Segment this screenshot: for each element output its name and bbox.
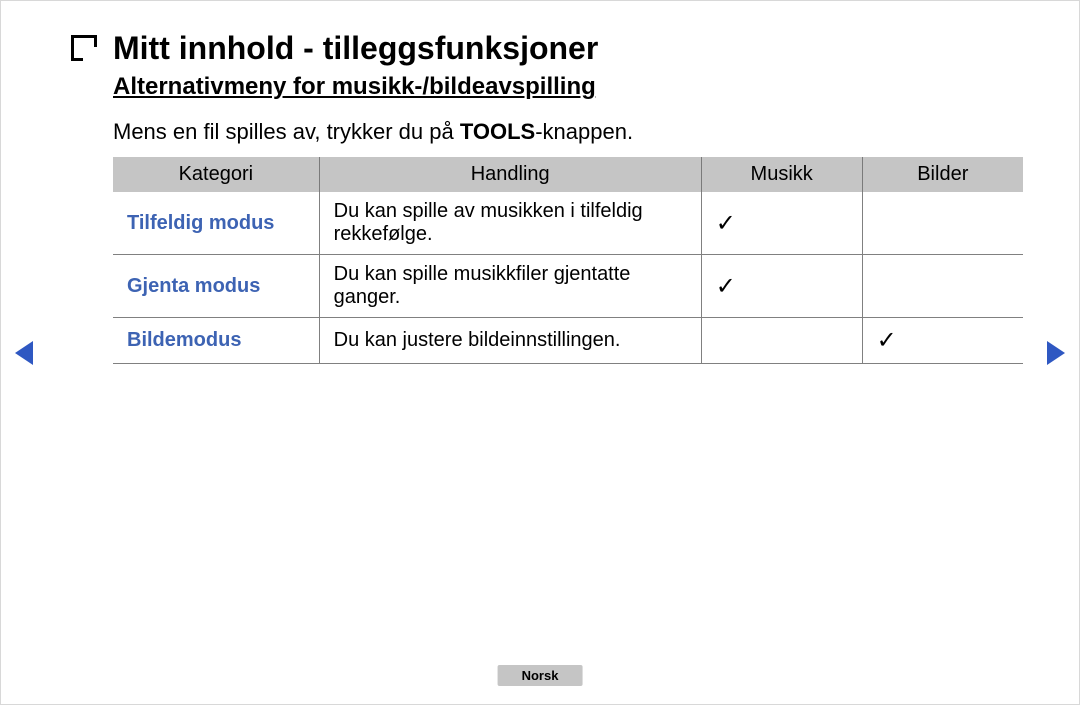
intro-text: Mens en fil spilles av, trykker du på TO… [113, 117, 1009, 147]
intro-bold: TOOLS [460, 119, 535, 144]
row-pictures-check: ✓ [862, 318, 1023, 364]
table-header-row: Kategori Handling Musikk Bilder [113, 157, 1023, 192]
row-pictures-check [862, 255, 1023, 318]
intro-prefix: Mens en fil spilles av, trykker du på [113, 119, 460, 144]
table-row: Tilfeldig modus Du kan spille av musikke… [113, 192, 1023, 255]
nav-next-icon[interactable] [1047, 341, 1065, 365]
header-music: Musikk [701, 157, 862, 192]
row-music-check: ✓ [701, 255, 862, 318]
table-row: Bildemodus Du kan justere bildeinnstilli… [113, 318, 1023, 364]
header-category: Kategori [113, 157, 319, 192]
nav-prev-icon[interactable] [15, 341, 33, 365]
row-action: Du kan spille av musikken i tilfeldig re… [319, 192, 701, 255]
row-category: Gjenta modus [113, 255, 319, 318]
table-row: Gjenta modus Du kan spille musikkfiler g… [113, 255, 1023, 318]
row-category: Bildemodus [113, 318, 319, 364]
header-action: Handling [319, 157, 701, 192]
page-content: Mitt innhold - tilleggsfunksjoner Altern… [1, 1, 1079, 364]
row-music-check: ✓ [701, 192, 862, 255]
row-action: Du kan justere bildeinnstillingen. [319, 318, 701, 364]
page-subtitle: Alternativmeny for musikk-/bildeavspilli… [113, 73, 1009, 101]
page-title: Mitt innhold - tilleggsfunksjoner [113, 29, 598, 67]
language-badge: Norsk [498, 665, 583, 686]
title-row: Mitt innhold - tilleggsfunksjoner [71, 29, 1009, 67]
row-music-check [701, 318, 862, 364]
row-pictures-check [862, 192, 1023, 255]
row-action: Du kan spille musikkfiler gjentatte gang… [319, 255, 701, 318]
section-bullet-icon [71, 35, 97, 61]
intro-suffix: -knappen. [535, 119, 633, 144]
options-table: Kategori Handling Musikk Bilder Tilfeldi… [113, 157, 1023, 364]
header-pictures: Bilder [862, 157, 1023, 192]
row-category: Tilfeldig modus [113, 192, 319, 255]
